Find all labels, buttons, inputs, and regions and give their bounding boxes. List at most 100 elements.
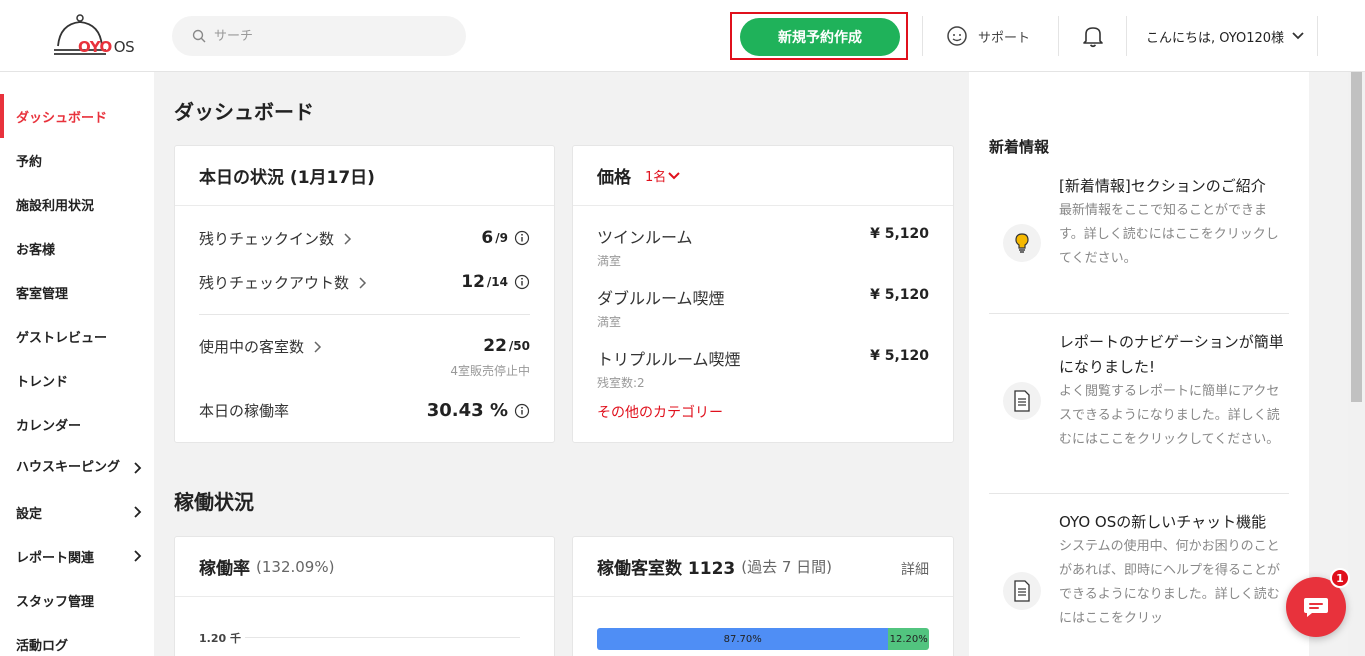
news-heading: レポートのナビゲーションが簡単になりました!: [1059, 333, 1284, 376]
info-icon[interactable]: [514, 230, 530, 246]
price-title: 価格: [597, 168, 631, 188]
chevron-right-icon: [314, 340, 322, 353]
sidebar-item-housekeeping[interactable]: ハウスキーピング: [0, 446, 154, 490]
occupancy-value: 30.43 %: [426, 400, 508, 421]
news-title: 新着情報: [989, 138, 1050, 156]
news-panel: 新着情報 [新着情報]セクションのご紹介 最新情報をここで知ることができます。詳…: [969, 72, 1309, 656]
sidebar-item-staff[interactable]: スタッフ管理: [0, 578, 154, 622]
checkin-label: 残りチェックイン数: [199, 230, 335, 248]
search-icon: [192, 29, 206, 43]
header-divider: [1126, 16, 1127, 56]
room-price: ¥ 5,120: [870, 287, 929, 303]
operations-section-title: 稼働状況: [174, 490, 254, 514]
occupancy-label: 本日の稼働率: [199, 402, 290, 420]
news-item[interactable]: [新着情報]セクションのご紹介 最新情報をここで知ることができます。詳しく読むに…: [989, 174, 1289, 304]
sidebar-item-settings[interactable]: 設定: [0, 490, 154, 534]
news-item[interactable]: レポートのナビゲーションが簡単になりました! よく閲覧するレポートに簡単にアクセ…: [989, 330, 1289, 480]
divider: [199, 314, 530, 315]
sidebar-item-facility-usage[interactable]: 施設利用状況: [0, 182, 154, 226]
occupancy-rate-card: 稼働率 (132.09%) 1.20 千: [174, 536, 555, 656]
checkin-total: /9: [495, 231, 508, 245]
oyo-os-logo[interactable]: OYO OS: [50, 12, 140, 60]
room-status: 満室: [597, 254, 622, 268]
sidebar-nav: ダッシュボード 予約 施設利用状況 お客様 客室管理 ゲストレビュー トレンド …: [0, 72, 154, 656]
price-row[interactable]: トリプルルーム喫煙 残室数:2 ¥ 5,120: [597, 346, 929, 391]
search-input[interactable]: [214, 28, 434, 44]
y-axis-tick: 1.20 千: [199, 632, 241, 645]
top-header: OYOOS 新規予約作成 サポート こんにちは, OYO120様: [0, 0, 1365, 72]
checkout-total: /14: [486, 275, 508, 289]
news-item[interactable]: OYO OSの新しいチャット機能 システムの使用中、何かお困りのことがあれば、即…: [989, 510, 1289, 656]
news-body: 最新情報をここで知ることができます。詳しく読むにはここをクリックしてください。: [1059, 203, 1279, 266]
user-menu[interactable]: こんにちは, OYO120様: [1146, 22, 1304, 50]
sidebar-item-calendar[interactable]: カレンダー: [0, 402, 154, 446]
support-label: サポート: [978, 30, 1031, 46]
guest-count-dropdown[interactable]: 1名: [645, 166, 680, 185]
today-status-card: 本日の状況 (1月17日) 残りチェックイン数 6/9 残りチェックアウト数 1…: [174, 145, 555, 443]
sidebar-item-dashboard[interactable]: ダッシュボード: [0, 94, 154, 138]
checkout-value: 12: [461, 272, 485, 292]
chevron-down-icon: [668, 171, 680, 179]
rooms-in-use-value: 22: [483, 336, 507, 356]
rooms-in-use-row[interactable]: 使用中の客室数 22/50 4室販売停止中: [199, 336, 530, 378]
sidebar-item-room-management[interactable]: 客室管理: [0, 270, 154, 314]
stacked-bar: 87.70% 12.20%: [597, 628, 929, 650]
news-body: システムの使用中、何かお困りのことがあれば、即時にヘルプを得ることができるように…: [1059, 539, 1281, 626]
price-row[interactable]: ツインルーム 満室 ¥ 5,120: [597, 224, 929, 269]
checkout-row[interactable]: 残りチェックアウト数 12/14: [199, 272, 530, 293]
room-price: ¥ 5,120: [870, 348, 929, 364]
greeting-text: こんにちは, OYO120様: [1146, 30, 1285, 46]
bar-segment-occupied: 87.70%: [597, 628, 889, 650]
chevron-right-icon: [134, 550, 142, 562]
rooms-in-use-total: /50: [508, 339, 530, 353]
document-icon: [1003, 382, 1041, 420]
new-reservation-highlight: 新規予約作成: [730, 12, 908, 60]
details-link[interactable]: 詳細: [901, 559, 929, 579]
rooms-stopped-note: 4室販売停止中: [450, 364, 530, 378]
new-reservation-button[interactable]: 新規予約作成: [740, 18, 900, 56]
page-scrollbar[interactable]: [1348, 72, 1365, 656]
checkin-row[interactable]: 残りチェックイン数 6/9: [199, 228, 530, 249]
price-card: 価格 1名 ツインルーム 満室 ¥ 5,120 ダブルルーム喫煙 満室 ¥ 5,…: [572, 145, 954, 443]
today-status-title: 本日の状況 (1月17日): [175, 146, 554, 206]
main-content: ダッシュボード 本日の状況 (1月17日) 残りチェックイン数 6/9 残りチェ…: [154, 72, 969, 656]
chevron-right-icon: [359, 276, 367, 289]
bar-segment-other: 12.20%: [888, 628, 929, 650]
lightbulb-icon: [1003, 224, 1041, 262]
divider: [989, 493, 1289, 494]
occupancy-row: 本日の稼働率 30.43 %: [199, 400, 530, 421]
gridline: [245, 637, 520, 638]
divider: [989, 313, 1289, 314]
header-divider: [1317, 16, 1318, 56]
info-icon[interactable]: [514, 403, 530, 419]
occupancy-rate-title: 稼働率: [199, 559, 250, 579]
occupied-rooms-title: 稼働客室数 1123: [597, 559, 736, 579]
sidebar-item-activity-log[interactable]: 活動ログ: [0, 622, 154, 656]
chat-notification-badge: 1: [1330, 568, 1350, 588]
room-price: ¥ 5,120: [870, 226, 929, 242]
occupied-rooms-period: (過去 7 日間): [741, 558, 833, 576]
checkin-value: 6: [481, 228, 494, 248]
news-heading: OYO OSの新しいチャット機能: [1059, 513, 1267, 531]
chevron-down-icon: [1292, 32, 1304, 40]
news-heading: [新着情報]セクションのご紹介: [1059, 177, 1266, 195]
sidebar-item-reports[interactable]: レポート関連: [0, 534, 154, 578]
info-icon[interactable]: [514, 274, 530, 290]
notifications-button[interactable]: [1082, 24, 1104, 52]
search-bar[interactable]: [172, 16, 466, 56]
occupancy-rate-percent: (132.09%): [256, 557, 335, 576]
scrollbar-thumb[interactable]: [1351, 72, 1362, 402]
sidebar-item-guest-reviews[interactable]: ゲストレビュー: [0, 314, 154, 358]
other-categories-link[interactable]: その他のカテゴリー: [597, 402, 723, 422]
sidebar-item-guests[interactable]: お客様: [0, 226, 154, 270]
sidebar-item-trends[interactable]: トレンド: [0, 358, 154, 402]
sidebar-item-reservations[interactable]: 予約: [0, 138, 154, 182]
price-row[interactable]: ダブルルーム喫煙 満室 ¥ 5,120: [597, 285, 929, 330]
rooms-in-use-label: 使用中の客室数: [199, 338, 305, 356]
chevron-right-icon: [344, 232, 352, 245]
news-body: よく閲覧するレポートに簡単にアクセスできるようになりました。詳しく読むにはここを…: [1059, 384, 1280, 447]
chat-icon: [1304, 598, 1328, 617]
room-status: 満室: [597, 315, 622, 329]
chevron-right-icon: [134, 506, 142, 518]
support-link[interactable]: サポート: [946, 22, 1030, 50]
